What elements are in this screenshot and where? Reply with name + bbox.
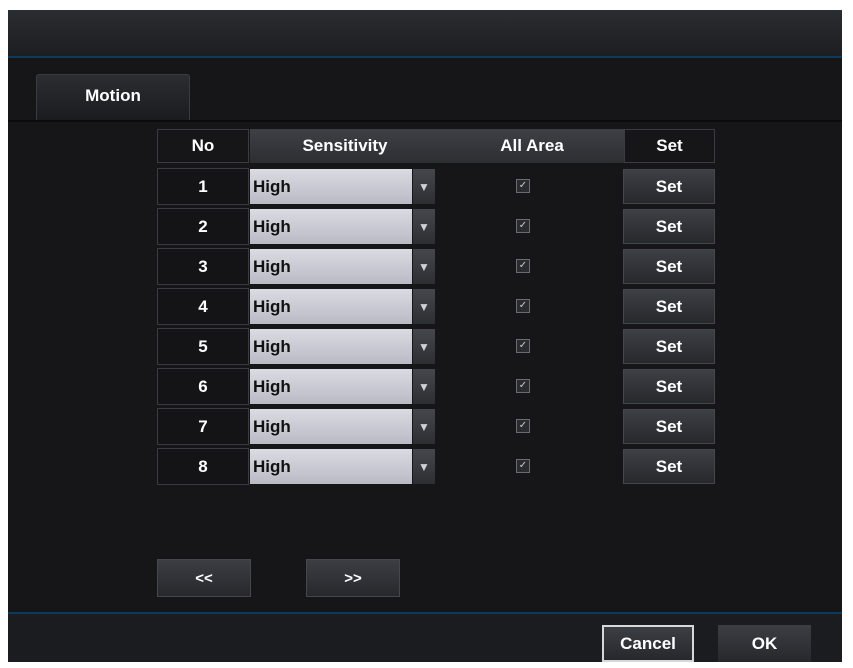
row-number: 5: [157, 328, 249, 365]
set-button[interactable]: Set: [623, 169, 715, 204]
all-area-checkbox[interactable]: ✓: [516, 219, 530, 233]
row-number: 3: [157, 248, 249, 285]
all-area-checkbox[interactable]: ✓: [516, 339, 530, 353]
row-number: 4: [157, 288, 249, 325]
row-number: 1: [157, 168, 249, 205]
all-area-checkbox[interactable]: ✓: [516, 259, 530, 273]
tab-motion[interactable]: Motion: [36, 74, 190, 122]
chevron-down-icon[interactable]: ▼: [413, 449, 435, 484]
row-number: 7: [157, 408, 249, 445]
motion-settings-dialog: Motion No Sensitivity All Area Set 1 High…: [8, 10, 842, 662]
next-page-button[interactable]: >>: [306, 559, 400, 597]
sensitivity-select[interactable]: High: [250, 169, 412, 204]
sensitivity-select[interactable]: High: [250, 209, 412, 244]
ok-button[interactable]: OK: [718, 625, 811, 662]
chevron-down-icon[interactable]: ▼: [413, 209, 435, 244]
set-button[interactable]: Set: [623, 209, 715, 244]
row-number: 8: [157, 448, 249, 485]
table-row: 4 High ▼ ✓ Set: [8, 288, 842, 325]
sensitivity-select[interactable]: High: [250, 329, 412, 364]
cancel-button[interactable]: Cancel: [602, 625, 694, 662]
table-row: 7 High ▼ ✓ Set: [8, 408, 842, 445]
column-header-all-area: All Area: [440, 129, 624, 163]
sensitivity-select[interactable]: High: [250, 449, 412, 484]
set-button[interactable]: Set: [623, 329, 715, 364]
row-number: 6: [157, 368, 249, 405]
set-button[interactable]: Set: [623, 409, 715, 444]
tab-divider: [8, 120, 842, 122]
prev-page-button[interactable]: <<: [157, 559, 251, 597]
all-area-checkbox[interactable]: ✓: [516, 419, 530, 433]
all-area-checkbox[interactable]: ✓: [516, 379, 530, 393]
sensitivity-select[interactable]: High: [250, 409, 412, 444]
chevron-down-icon[interactable]: ▼: [413, 249, 435, 284]
footer-bar: [8, 614, 842, 662]
all-area-checkbox[interactable]: ✓: [516, 459, 530, 473]
table-row: 2 High ▼ ✓ Set: [8, 208, 842, 245]
title-bar: [8, 10, 842, 56]
set-button[interactable]: Set: [623, 369, 715, 404]
column-header-sensitivity: Sensitivity: [250, 129, 440, 163]
all-area-checkbox[interactable]: ✓: [516, 179, 530, 193]
table-row: 6 High ▼ ✓ Set: [8, 368, 842, 405]
chevron-down-icon[interactable]: ▼: [413, 289, 435, 324]
table-row: 5 High ▼ ✓ Set: [8, 328, 842, 365]
table-row: 8 High ▼ ✓ Set: [8, 448, 842, 485]
table-row: 3 High ▼ ✓ Set: [8, 248, 842, 285]
column-header-no: No: [157, 129, 249, 163]
set-button[interactable]: Set: [623, 449, 715, 484]
chevron-down-icon[interactable]: ▼: [413, 329, 435, 364]
sensitivity-select[interactable]: High: [250, 369, 412, 404]
all-area-checkbox[interactable]: ✓: [516, 299, 530, 313]
table-row: 1 High ▼ ✓ Set: [8, 168, 842, 205]
sensitivity-select[interactable]: High: [250, 249, 412, 284]
chevron-down-icon[interactable]: ▼: [413, 409, 435, 444]
row-number: 2: [157, 208, 249, 245]
set-button[interactable]: Set: [623, 289, 715, 324]
chevron-down-icon[interactable]: ▼: [413, 369, 435, 404]
chevron-down-icon[interactable]: ▼: [413, 169, 435, 204]
set-button[interactable]: Set: [623, 249, 715, 284]
column-header-set: Set: [624, 129, 715, 163]
title-divider: [8, 56, 842, 58]
sensitivity-select[interactable]: High: [250, 289, 412, 324]
